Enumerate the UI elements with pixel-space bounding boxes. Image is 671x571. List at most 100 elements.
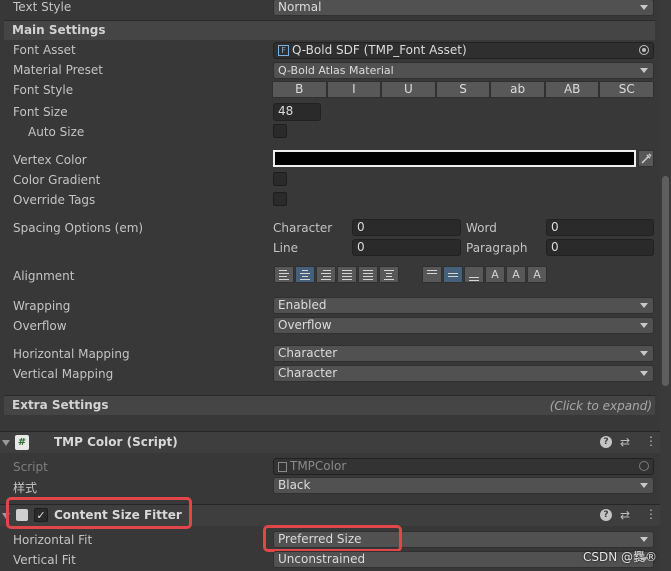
chevron-down-icon xyxy=(640,351,648,356)
style-value: Black xyxy=(278,478,311,492)
align-top-button[interactable] xyxy=(422,266,442,283)
bold-button[interactable]: B xyxy=(272,81,327,98)
vertical-scrollbar[interactable] xyxy=(660,0,671,571)
chevron-down-icon xyxy=(640,371,648,376)
text-style-label: Text Style xyxy=(13,0,72,14)
style-dropdown[interactable]: Black xyxy=(273,477,654,494)
paragraph-spacing-field[interactable]: 0 xyxy=(546,239,654,256)
highlight-content-size-fitter xyxy=(6,497,192,529)
highlight-horizontal-fit xyxy=(263,525,402,552)
chevron-down-icon xyxy=(640,5,648,10)
horizontal-mapping-label: Horizontal Mapping xyxy=(13,347,130,361)
watermark: CSDN @爨® xyxy=(582,550,657,564)
align-middle-button[interactable] xyxy=(443,266,463,283)
chevron-down-icon xyxy=(640,303,648,308)
tmp-color-title: TMP Color (Script) xyxy=(54,435,178,449)
align-midline-button[interactable]: A xyxy=(506,266,526,283)
wrapping-value: Enabled xyxy=(278,298,327,312)
chevron-down-icon xyxy=(640,323,648,328)
chevron-down-icon xyxy=(640,537,648,542)
wrapping-dropdown[interactable]: Enabled xyxy=(273,297,654,314)
main-settings-header[interactable]: Main Settings xyxy=(4,20,655,40)
align-left-button[interactable] xyxy=(274,266,294,283)
alignment-label: Alignment xyxy=(13,269,75,283)
preset-icon[interactable]: ⇄ xyxy=(620,435,630,449)
align-flush-button[interactable] xyxy=(358,266,378,283)
line-spacing-field[interactable]: 0 xyxy=(352,239,461,256)
uppercase-button[interactable]: AB xyxy=(544,81,600,98)
script-field: TMPColor xyxy=(273,458,654,475)
preset-icon[interactable]: ⇄ xyxy=(620,508,630,522)
align-capline-button[interactable]: A xyxy=(527,266,547,283)
character-spacing-field[interactable]: 0 xyxy=(352,219,461,236)
font-asset-field[interactable]: F Q-Bold SDF (TMP_Font Asset) xyxy=(273,42,654,59)
help-icon[interactable]: ? xyxy=(600,436,612,448)
script-value: TMPColor xyxy=(290,459,347,473)
horizontal-mapping-dropdown[interactable]: Character xyxy=(273,345,654,362)
auto-size-checkbox[interactable] xyxy=(273,124,287,138)
context-menu-icon[interactable]: ⋮ xyxy=(645,507,657,521)
expand-hint: (Click to expand) xyxy=(549,399,652,413)
horizontal-fit-label: Horizontal Fit xyxy=(13,533,93,547)
color-gradient-label: Color Gradient xyxy=(13,173,101,187)
object-picker-icon[interactable] xyxy=(639,45,649,55)
wrapping-label: Wrapping xyxy=(13,299,71,313)
lowercase-button[interactable]: ab xyxy=(490,81,545,98)
character-spacing-label: Character xyxy=(273,221,333,235)
font-asset-label: Font Asset xyxy=(13,43,76,57)
underline-button[interactable]: U xyxy=(381,81,436,98)
overflow-label: Overflow xyxy=(13,319,67,333)
overflow-dropdown[interactable]: Overflow xyxy=(273,317,654,334)
vertex-color-swatch[interactable] xyxy=(273,150,636,167)
script-icon: # xyxy=(15,435,29,450)
vertex-color-label: Vertex Color xyxy=(13,153,87,167)
foldout-arrow-icon[interactable] xyxy=(2,440,10,446)
eyedropper-icon[interactable] xyxy=(638,150,654,167)
vertical-fit-value: Unconstrained xyxy=(278,552,366,566)
font-size-label: Font Size xyxy=(13,105,68,119)
vertical-mapping-value: Character xyxy=(278,366,338,380)
override-tags-checkbox[interactable] xyxy=(273,192,287,206)
horizontal-mapping-value: Character xyxy=(278,346,338,360)
vertical-mapping-dropdown[interactable]: Character xyxy=(273,365,654,382)
extra-settings-title: Extra Settings xyxy=(12,398,109,412)
font-style-buttons: B I U S ab AB SC xyxy=(272,81,655,98)
align-justified-button[interactable] xyxy=(337,266,357,283)
extra-settings-header[interactable]: Extra Settings (Click to expand) xyxy=(4,395,655,415)
tmp-color-header[interactable]: # TMP Color (Script) ? ⇄ ⋮ xyxy=(0,431,663,453)
overflow-value: Overflow xyxy=(278,318,332,332)
material-preset-dropdown[interactable]: Q-Bold Atlas Material xyxy=(273,62,654,79)
text-style-dropdown[interactable]: Normal xyxy=(273,0,654,16)
align-baseline-button[interactable]: A xyxy=(485,266,505,283)
align-geometry-button[interactable] xyxy=(379,266,399,283)
object-picker-icon xyxy=(639,461,649,471)
style-label: 样式 xyxy=(13,481,38,495)
align-center-button[interactable] xyxy=(295,266,315,283)
italic-button[interactable]: I xyxy=(326,81,382,98)
line-spacing-label: Line xyxy=(273,241,299,255)
text-style-value: Normal xyxy=(278,0,322,14)
font-style-label: Font Style xyxy=(13,83,74,97)
font-asset-icon: F xyxy=(278,45,289,56)
main-settings-title: Main Settings xyxy=(12,23,106,37)
word-spacing-label: Word xyxy=(466,221,497,235)
vertical-fit-label: Vertical Fit xyxy=(13,553,76,567)
align-bottom-button[interactable] xyxy=(464,266,484,283)
override-tags-label: Override Tags xyxy=(13,193,96,207)
strikethrough-button[interactable]: S xyxy=(435,81,491,98)
font-size-field[interactable]: 48 xyxy=(273,103,321,121)
font-asset-value: Q-Bold SDF (TMP_Font Asset) xyxy=(292,43,467,57)
align-right-button[interactable] xyxy=(316,266,336,283)
smallcaps-button[interactable]: SC xyxy=(599,81,655,98)
chevron-down-icon xyxy=(640,68,648,73)
auto-size-label: Auto Size xyxy=(28,125,85,139)
help-icon[interactable]: ? xyxy=(600,509,612,521)
vertical-mapping-label: Vertical Mapping xyxy=(13,367,114,381)
color-gradient-checkbox[interactable] xyxy=(273,172,287,186)
script-label: Script xyxy=(13,460,48,474)
context-menu-icon[interactable]: ⋮ xyxy=(645,434,657,448)
scrollbar-thumb[interactable] xyxy=(662,176,669,386)
word-spacing-field[interactable]: 0 xyxy=(546,219,654,236)
material-preset-label: Material Preset xyxy=(13,63,103,77)
script-file-icon xyxy=(278,462,287,472)
